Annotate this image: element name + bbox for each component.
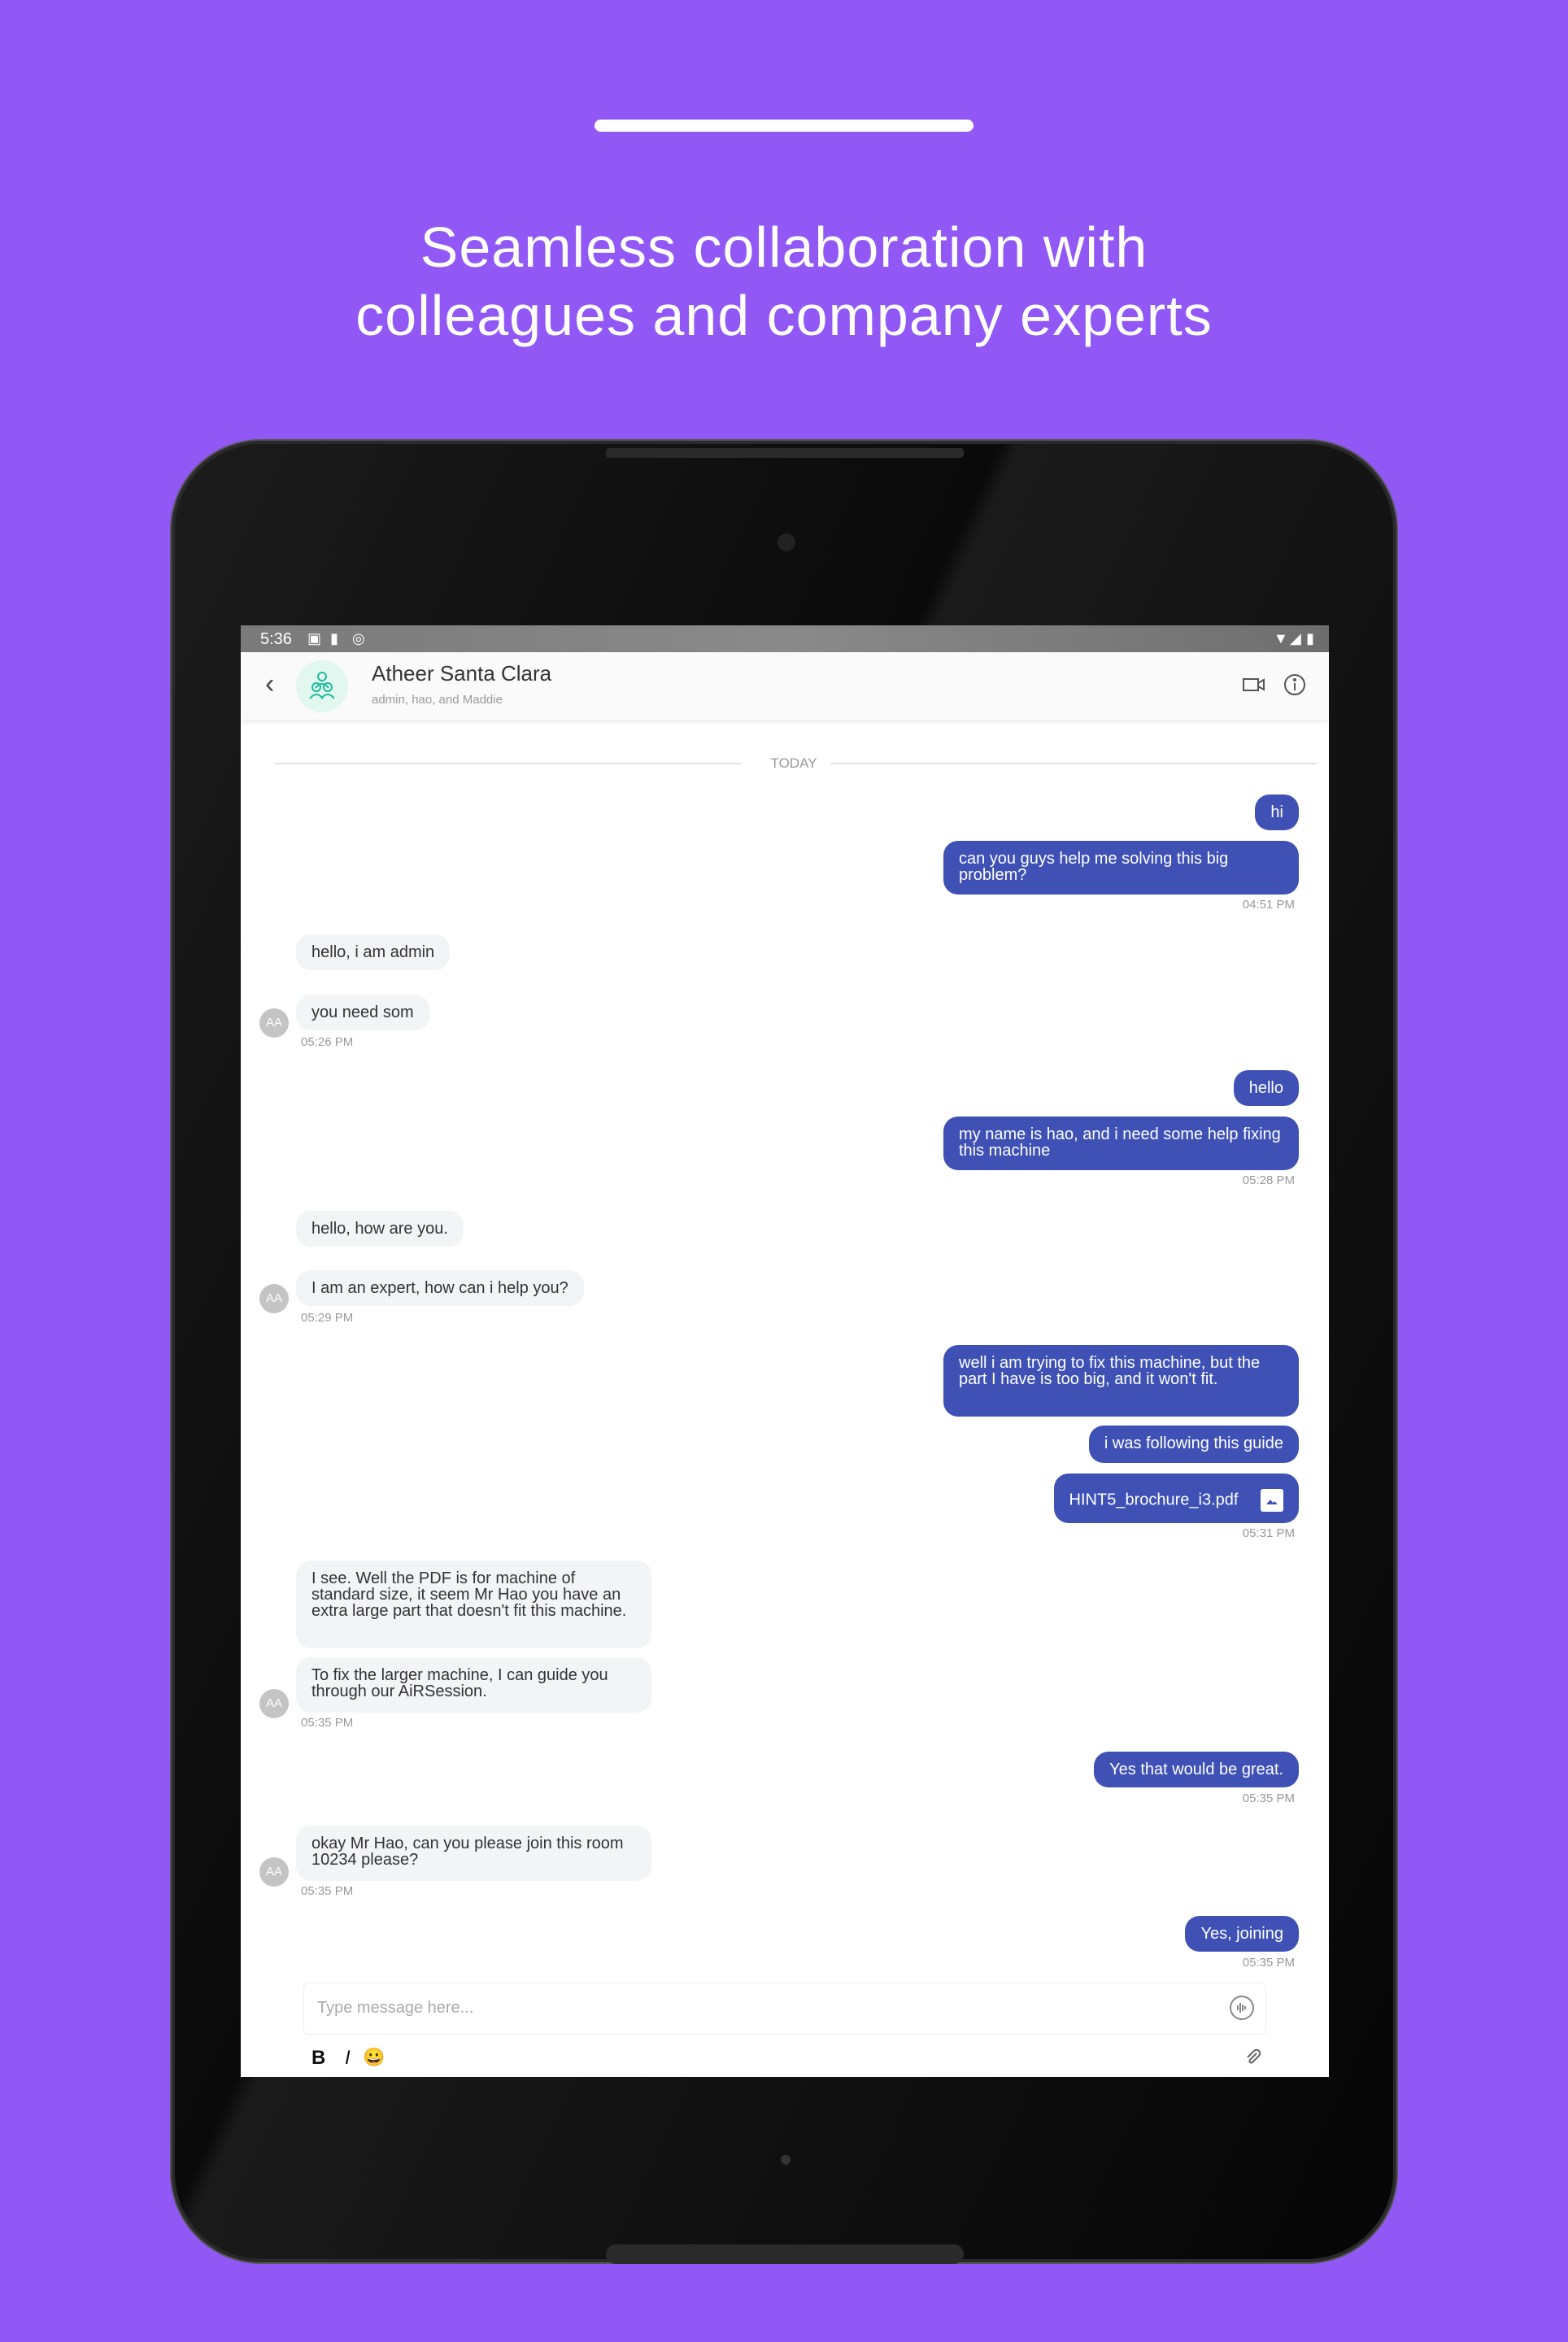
back-icon[interactable]: ‹ bbox=[265, 668, 274, 700]
message-time: 05:35 PM bbox=[301, 1884, 354, 1898]
headline-line-2: colleagues and company experts bbox=[355, 284, 1213, 347]
message-bubble: well i am trying to fix this machine, bu… bbox=[943, 1345, 1299, 1417]
chat-members: admin, hao, and Maddie bbox=[372, 693, 503, 707]
avatar: AA bbox=[259, 1284, 289, 1313]
battery-icon: ▮ bbox=[1306, 630, 1314, 646]
drag-handle bbox=[595, 120, 973, 132]
message-bubble: To fix the larger machine, I can guide y… bbox=[296, 1657, 651, 1713]
message-bubble: i was following this guide bbox=[1088, 1426, 1299, 1463]
message-bubble: Yes, joining bbox=[1185, 1916, 1299, 1952]
italic-button[interactable]: I bbox=[345, 2047, 351, 2070]
message-composer bbox=[303, 1983, 1266, 2035]
a-icon: ▣ bbox=[307, 630, 322, 646]
emoji-button[interactable]: 😀 bbox=[363, 2047, 385, 2068]
video-call-icon[interactable] bbox=[1241, 672, 1267, 702]
message-bubble: my name is hao, and i need some help fix… bbox=[943, 1117, 1299, 1170]
attachment-bubble[interactable]: HINT5_brochure_i3.pdf bbox=[1053, 1474, 1299, 1523]
message-time: 05:26 PM bbox=[301, 1035, 354, 1049]
message-bubble: hi bbox=[1255, 794, 1299, 830]
date-label: TODAY bbox=[770, 755, 817, 771]
status-time: 5:36 bbox=[260, 630, 292, 648]
date-divider: TODAY bbox=[241, 755, 1329, 772]
info-icon[interactable] bbox=[1282, 672, 1308, 702]
wifi-icon: ▼ bbox=[1274, 630, 1288, 646]
message-time: 05:35 PM bbox=[1242, 1791, 1295, 1805]
sd-card-icon: ▮ bbox=[330, 630, 338, 646]
avatar: AA bbox=[259, 1689, 289, 1718]
message-time: 05:31 PM bbox=[1242, 1526, 1295, 1540]
speaker-top bbox=[606, 448, 964, 458]
avatar: AA bbox=[259, 1857, 289, 1887]
sensor-dot bbox=[781, 2155, 791, 2165]
message-time: 05:35 PM bbox=[301, 1716, 354, 1730]
message-bubble: hello, how are you. bbox=[296, 1211, 464, 1247]
message-time: 05:28 PM bbox=[1242, 1173, 1295, 1187]
message-time: 04:51 PM bbox=[1242, 898, 1295, 912]
message-time: 05:35 PM bbox=[1242, 1956, 1295, 1970]
app-screen: 5:36 ▣ ▮ ◎ ▼ ◢ ▮ ‹ Atheer Santa Clara ad… bbox=[241, 625, 1329, 2077]
bold-button[interactable]: B bbox=[311, 2047, 325, 2070]
promo-headline: Seamless collaboration with colleagues a… bbox=[0, 213, 1568, 350]
message-input[interactable] bbox=[316, 1998, 1197, 2018]
message-bubble: you need som bbox=[296, 995, 429, 1030]
message-bubble: I am an expert, how can i help you? bbox=[296, 1270, 584, 1306]
attachment-filename: HINT5_brochure_i3.pdf bbox=[1069, 1491, 1239, 1509]
headline-line-1: Seamless collaboration with bbox=[420, 215, 1148, 279]
message-bubble: Yes that would be great. bbox=[1094, 1752, 1299, 1787]
image-icon bbox=[1261, 1489, 1283, 1512]
group-icon bbox=[296, 660, 348, 712]
message-bubble: I see. Well the PDF is for machine of st… bbox=[296, 1561, 651, 1648]
message-bubble: hello bbox=[1233, 1070, 1299, 1106]
voice-icon[interactable] bbox=[1230, 1996, 1254, 2020]
sync-icon: ◎ bbox=[352, 630, 365, 646]
message-bubble: can you guys help me solving this big pr… bbox=[943, 841, 1299, 895]
signal-icon: ◢ bbox=[1290, 630, 1301, 646]
chat-header: ‹ Atheer Santa Clara admin, hao, and Mad… bbox=[241, 652, 1329, 720]
paperclip-icon[interactable] bbox=[1244, 2048, 1263, 2074]
speaker-bottom bbox=[606, 2244, 964, 2264]
message-bubble: hello, i am admin bbox=[296, 934, 451, 970]
avatar: AA bbox=[259, 1008, 289, 1038]
chat-title: Atheer Santa Clara bbox=[372, 661, 552, 686]
message-time: 05:29 PM bbox=[301, 1311, 354, 1325]
status-bar: 5:36 ▣ ▮ ◎ ▼ ◢ ▮ bbox=[241, 625, 1329, 652]
message-bubble: okay Mr Hao, can you please join this ro… bbox=[296, 1826, 651, 1881]
camera-icon bbox=[777, 533, 795, 551]
